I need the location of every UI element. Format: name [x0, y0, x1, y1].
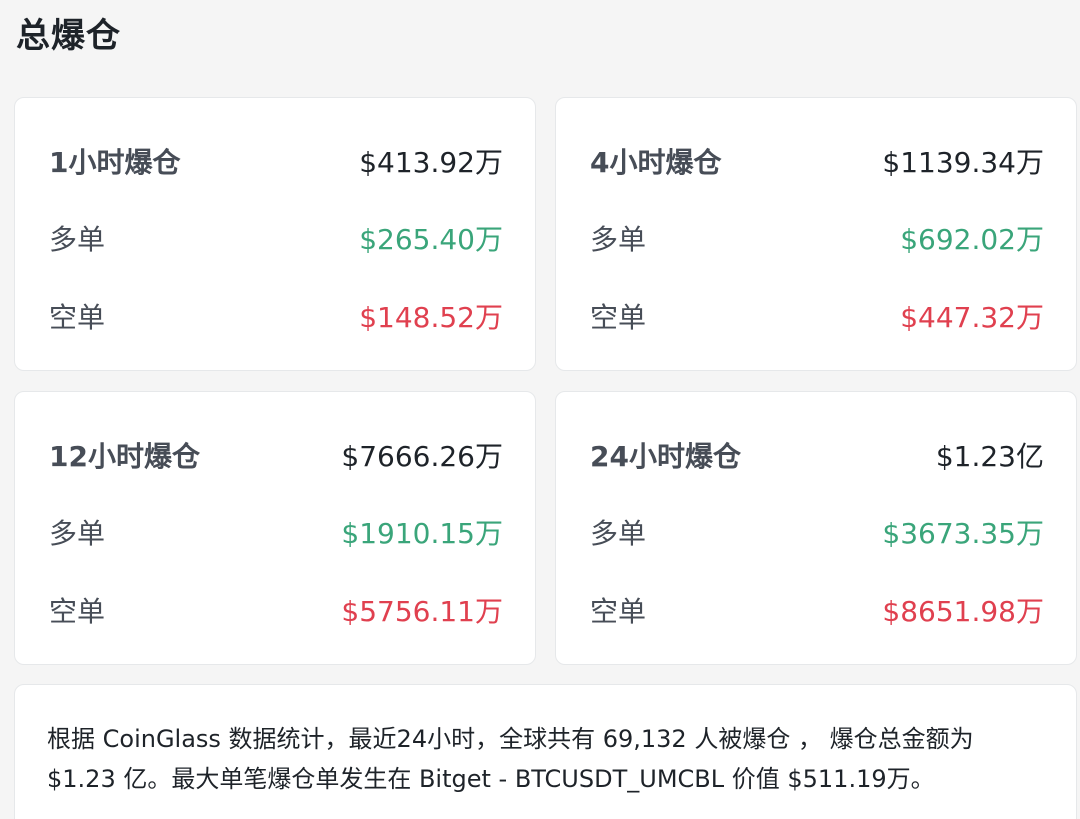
long-row: 多单 $1910.15万	[49, 514, 503, 554]
card-12h-liquidation: 12小时爆仓 $7666.26万 多单 $1910.15万 空单 $5756.1…	[14, 391, 536, 665]
summary-card: 根据 CoinGlass 数据统计，最近24小时，全球共有 69,132 人被爆…	[14, 684, 1077, 819]
short-label: 空单	[590, 301, 647, 334]
total-value: $1.23亿	[935, 440, 1044, 473]
long-row: 多单 $265.40万	[49, 220, 503, 260]
total-value: $413.92万	[359, 146, 503, 179]
card-title: 1小时爆仓	[49, 146, 181, 179]
total-row: 24小时爆仓 $1.23亿	[590, 437, 1044, 477]
card-24h-liquidation: 24小时爆仓 $1.23亿 多单 $3673.35万 空单 $8651.98万	[555, 391, 1077, 665]
long-label: 多单	[590, 223, 647, 256]
short-value: $447.32万	[900, 301, 1044, 334]
card-title: 24小时爆仓	[590, 440, 741, 473]
short-row: 空单 $148.52万	[49, 298, 503, 338]
liquidation-page: 总爆仓 1小时爆仓 $413.92万 多单 $265.40万 空单 $148.5…	[0, 0, 1080, 819]
summary-text: 根据 CoinGlass 数据统计，最近24小时，全球共有 69,132 人被爆…	[47, 725, 974, 793]
long-label: 多单	[590, 517, 647, 550]
total-row: 12小时爆仓 $7666.26万	[49, 437, 503, 477]
total-row: 4小时爆仓 $1139.34万	[590, 143, 1044, 183]
long-value: $3673.35万	[882, 517, 1044, 550]
short-row: 空单 $8651.98万	[590, 592, 1044, 632]
short-row: 空单 $447.32万	[590, 298, 1044, 338]
short-row: 空单 $5756.11万	[49, 592, 503, 632]
long-label: 多单	[49, 517, 106, 550]
long-value: $692.02万	[900, 223, 1044, 256]
short-value: $148.52万	[359, 301, 503, 334]
long-value: $1910.15万	[341, 517, 503, 550]
page-title: 总爆仓	[16, 16, 121, 56]
short-label: 空单	[49, 301, 106, 334]
card-title: 4小时爆仓	[590, 146, 722, 179]
total-row: 1小时爆仓 $413.92万	[49, 143, 503, 183]
long-row: 多单 $692.02万	[590, 220, 1044, 260]
long-label: 多单	[49, 223, 106, 256]
short-label: 空单	[590, 595, 647, 628]
total-value: $1139.34万	[882, 146, 1044, 179]
card-1h-liquidation: 1小时爆仓 $413.92万 多单 $265.40万 空单 $148.52万	[14, 97, 536, 371]
card-title: 12小时爆仓	[49, 440, 200, 473]
short-value: $5756.11万	[341, 595, 503, 628]
long-value: $265.40万	[359, 223, 503, 256]
long-row: 多单 $3673.35万	[590, 514, 1044, 554]
short-label: 空单	[49, 595, 106, 628]
card-4h-liquidation: 4小时爆仓 $1139.34万 多单 $692.02万 空单 $447.32万	[555, 97, 1077, 371]
short-value: $8651.98万	[882, 595, 1044, 628]
total-value: $7666.26万	[341, 440, 503, 473]
